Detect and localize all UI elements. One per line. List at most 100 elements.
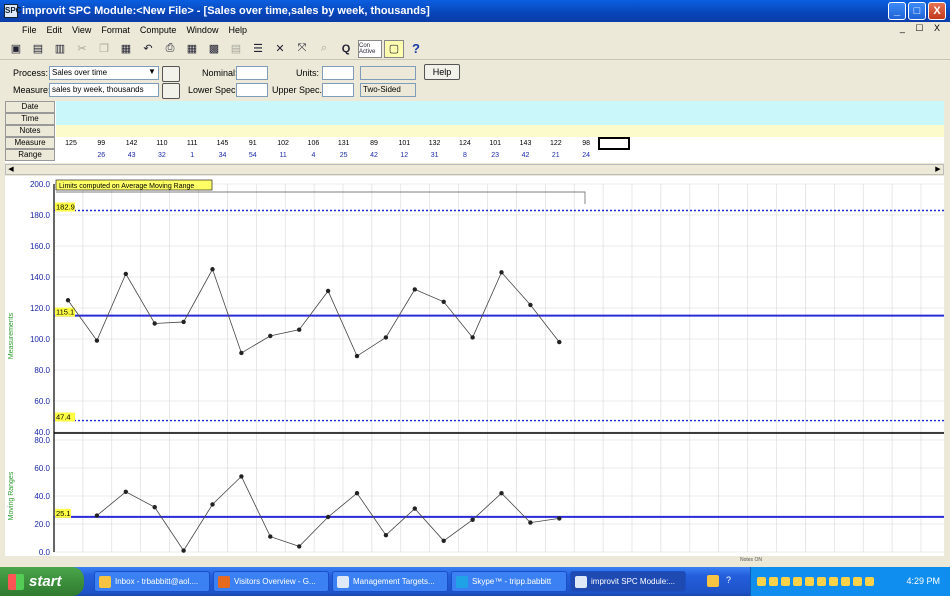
measure-cell[interactable]: 124 (450, 140, 480, 147)
title-bar: SPC improvit SPC Module:<New File> - [Sa… (0, 0, 950, 22)
con-active-button[interactable]: Con Active (358, 39, 382, 58)
menu-file[interactable]: File (22, 25, 37, 35)
measure-cell[interactable]: 111 (177, 140, 207, 147)
moving-range-series-line (96, 475, 560, 552)
help-button[interactable]: Help (424, 64, 460, 80)
measure-cell[interactable]: 101 (480, 140, 510, 147)
limits-icon[interactable]: ☰ (248, 40, 268, 58)
measure-cell[interactable]: 99 (86, 140, 116, 147)
range-cell: 32 (157, 152, 166, 159)
measure-cell[interactable]: 101 (389, 140, 419, 147)
undo-icon[interactable]: ↶ (138, 40, 158, 58)
horizontal-scrollbar[interactable]: ◀ ▶ (5, 164, 944, 175)
maximize-button[interactable]: □ (908, 2, 926, 20)
chevron-down-icon[interactable]: ▼ (148, 67, 156, 76)
scroll-right-icon[interactable]: ▶ (933, 165, 943, 173)
measure-cell[interactable]: 145 (208, 140, 238, 147)
measure-cell[interactable]: 143 (511, 140, 541, 147)
sidedness-field: Two-Sided (360, 83, 416, 97)
flip-icon[interactable]: ⤧ (292, 40, 312, 58)
measure-cell[interactable]: 132 (420, 140, 450, 147)
menu-help[interactable]: Help (228, 25, 247, 35)
range-cell: 26 (97, 152, 106, 159)
process-browse-button[interactable] (162, 66, 180, 82)
tray-icon[interactable] (757, 577, 766, 586)
range-cell: 34 (218, 152, 227, 159)
active-cell[interactable] (598, 137, 630, 150)
range-cell: 11 (279, 152, 287, 159)
table-icon[interactable]: ▤ (226, 40, 246, 58)
range-cell: 31 (430, 152, 439, 159)
firefox-icon (218, 575, 230, 588)
measure-cell[interactable]: 110 (147, 140, 177, 147)
measure-field[interactable]: sales by week, thousands (49, 83, 159, 97)
units-field[interactable] (322, 66, 354, 80)
control-charts: Measurements Moving Ranges 200.0 180.0 160… (8, 179, 944, 557)
help-icon[interactable]: ? (406, 40, 426, 58)
grid-icon[interactable]: ▦ (182, 40, 202, 58)
measure-cell[interactable]: 91 (238, 140, 268, 147)
moving-range-data-point (557, 516, 562, 521)
taskbar-item-spc[interactable]: improvit SPC Module:... (570, 571, 686, 592)
menu-edit[interactable]: Edit (47, 25, 63, 35)
print-icon[interactable]: ⎙ (160, 40, 180, 58)
copy-icon[interactable]: ❐ (94, 40, 114, 58)
notes-icon[interactable]: ▢ (384, 39, 404, 58)
zoom-icon[interactable]: ⌕ (314, 40, 334, 58)
save-icon[interactable]: ▥ (50, 40, 70, 58)
measure-cell[interactable]: 89 (359, 140, 389, 147)
measure-cell[interactable]: 98 (571, 140, 601, 147)
measurement-data-point (152, 321, 157, 326)
status-bar: Notes ON (0, 556, 950, 566)
measurement-data-point (239, 350, 244, 356)
scroll-left-icon[interactable]: ◀ (6, 165, 16, 173)
delete-points-icon[interactable]: ✕ (270, 40, 290, 58)
tray-icon[interactable] (865, 577, 874, 586)
window-title: improvit SPC Module:<New File> - [Sales … (22, 5, 430, 17)
tray-icon[interactable] (769, 577, 778, 586)
measure-cell[interactable]: 106 (298, 140, 328, 147)
moving-range-data-point (152, 505, 157, 510)
tray-icon[interactable] (817, 577, 826, 586)
tray-icon[interactable] (829, 577, 838, 586)
measure-cell[interactable]: 142 (117, 140, 147, 147)
lower-spec-field[interactable] (236, 83, 268, 97)
menu-format[interactable]: Format (101, 25, 130, 35)
start-button[interactable]: start (0, 567, 84, 596)
taskbar-item-targets[interactable]: Management Targets... (332, 571, 448, 592)
measure-cell[interactable]: 131 (329, 140, 359, 147)
quicklaunch-icon[interactable] (707, 575, 719, 587)
tray-icon[interactable] (853, 577, 862, 586)
moving-range-data-point (181, 548, 186, 553)
taskbar-item-skype[interactable]: Skype™ - tripp.babbitt (451, 571, 567, 592)
mdi-controls[interactable]: _ ☐ X (900, 23, 944, 34)
chart-icon[interactable]: ▩ (204, 40, 224, 58)
menu-compute[interactable]: Compute (140, 25, 177, 35)
open-file-icon[interactable]: ▤ (28, 40, 48, 58)
query-icon[interactable]: Q (336, 40, 356, 58)
language-icon[interactable]: ? (726, 575, 734, 587)
cut-icon[interactable]: ✂ (72, 40, 92, 58)
tray-icon[interactable] (805, 577, 814, 586)
nominal-field[interactable] (236, 66, 268, 80)
measure-cell[interactable]: 125 (56, 140, 86, 147)
task-label: Skype™ - tripp.babbitt (472, 577, 552, 586)
measure-cell[interactable]: 102 (268, 140, 298, 147)
new-file-icon[interactable]: ▣ (6, 40, 26, 58)
menu-view[interactable]: View (72, 25, 91, 35)
tray-icon[interactable] (793, 577, 802, 586)
measure-browse-button[interactable] (162, 83, 180, 99)
measure-cell[interactable]: 122 (541, 140, 571, 147)
tray-icon[interactable] (781, 577, 790, 586)
minimize-button[interactable]: _ (888, 2, 906, 20)
tray-icon[interactable] (841, 577, 850, 586)
taskbar-item-analytics[interactable]: Visitors Overview - G... (213, 571, 329, 592)
upper-spec-field[interactable] (322, 83, 354, 97)
menu-window[interactable]: Window (186, 25, 218, 35)
upper-limit-label: 182.9 (56, 203, 75, 212)
process-select[interactable]: Sales over time (49, 66, 159, 80)
moving-range-data-point (94, 513, 100, 518)
taskbar-item-inbox[interactable]: Inbox - trbabbitt@aol.... (94, 571, 210, 592)
paste-icon[interactable]: ▦ (116, 40, 136, 58)
close-button[interactable]: X (928, 2, 946, 20)
